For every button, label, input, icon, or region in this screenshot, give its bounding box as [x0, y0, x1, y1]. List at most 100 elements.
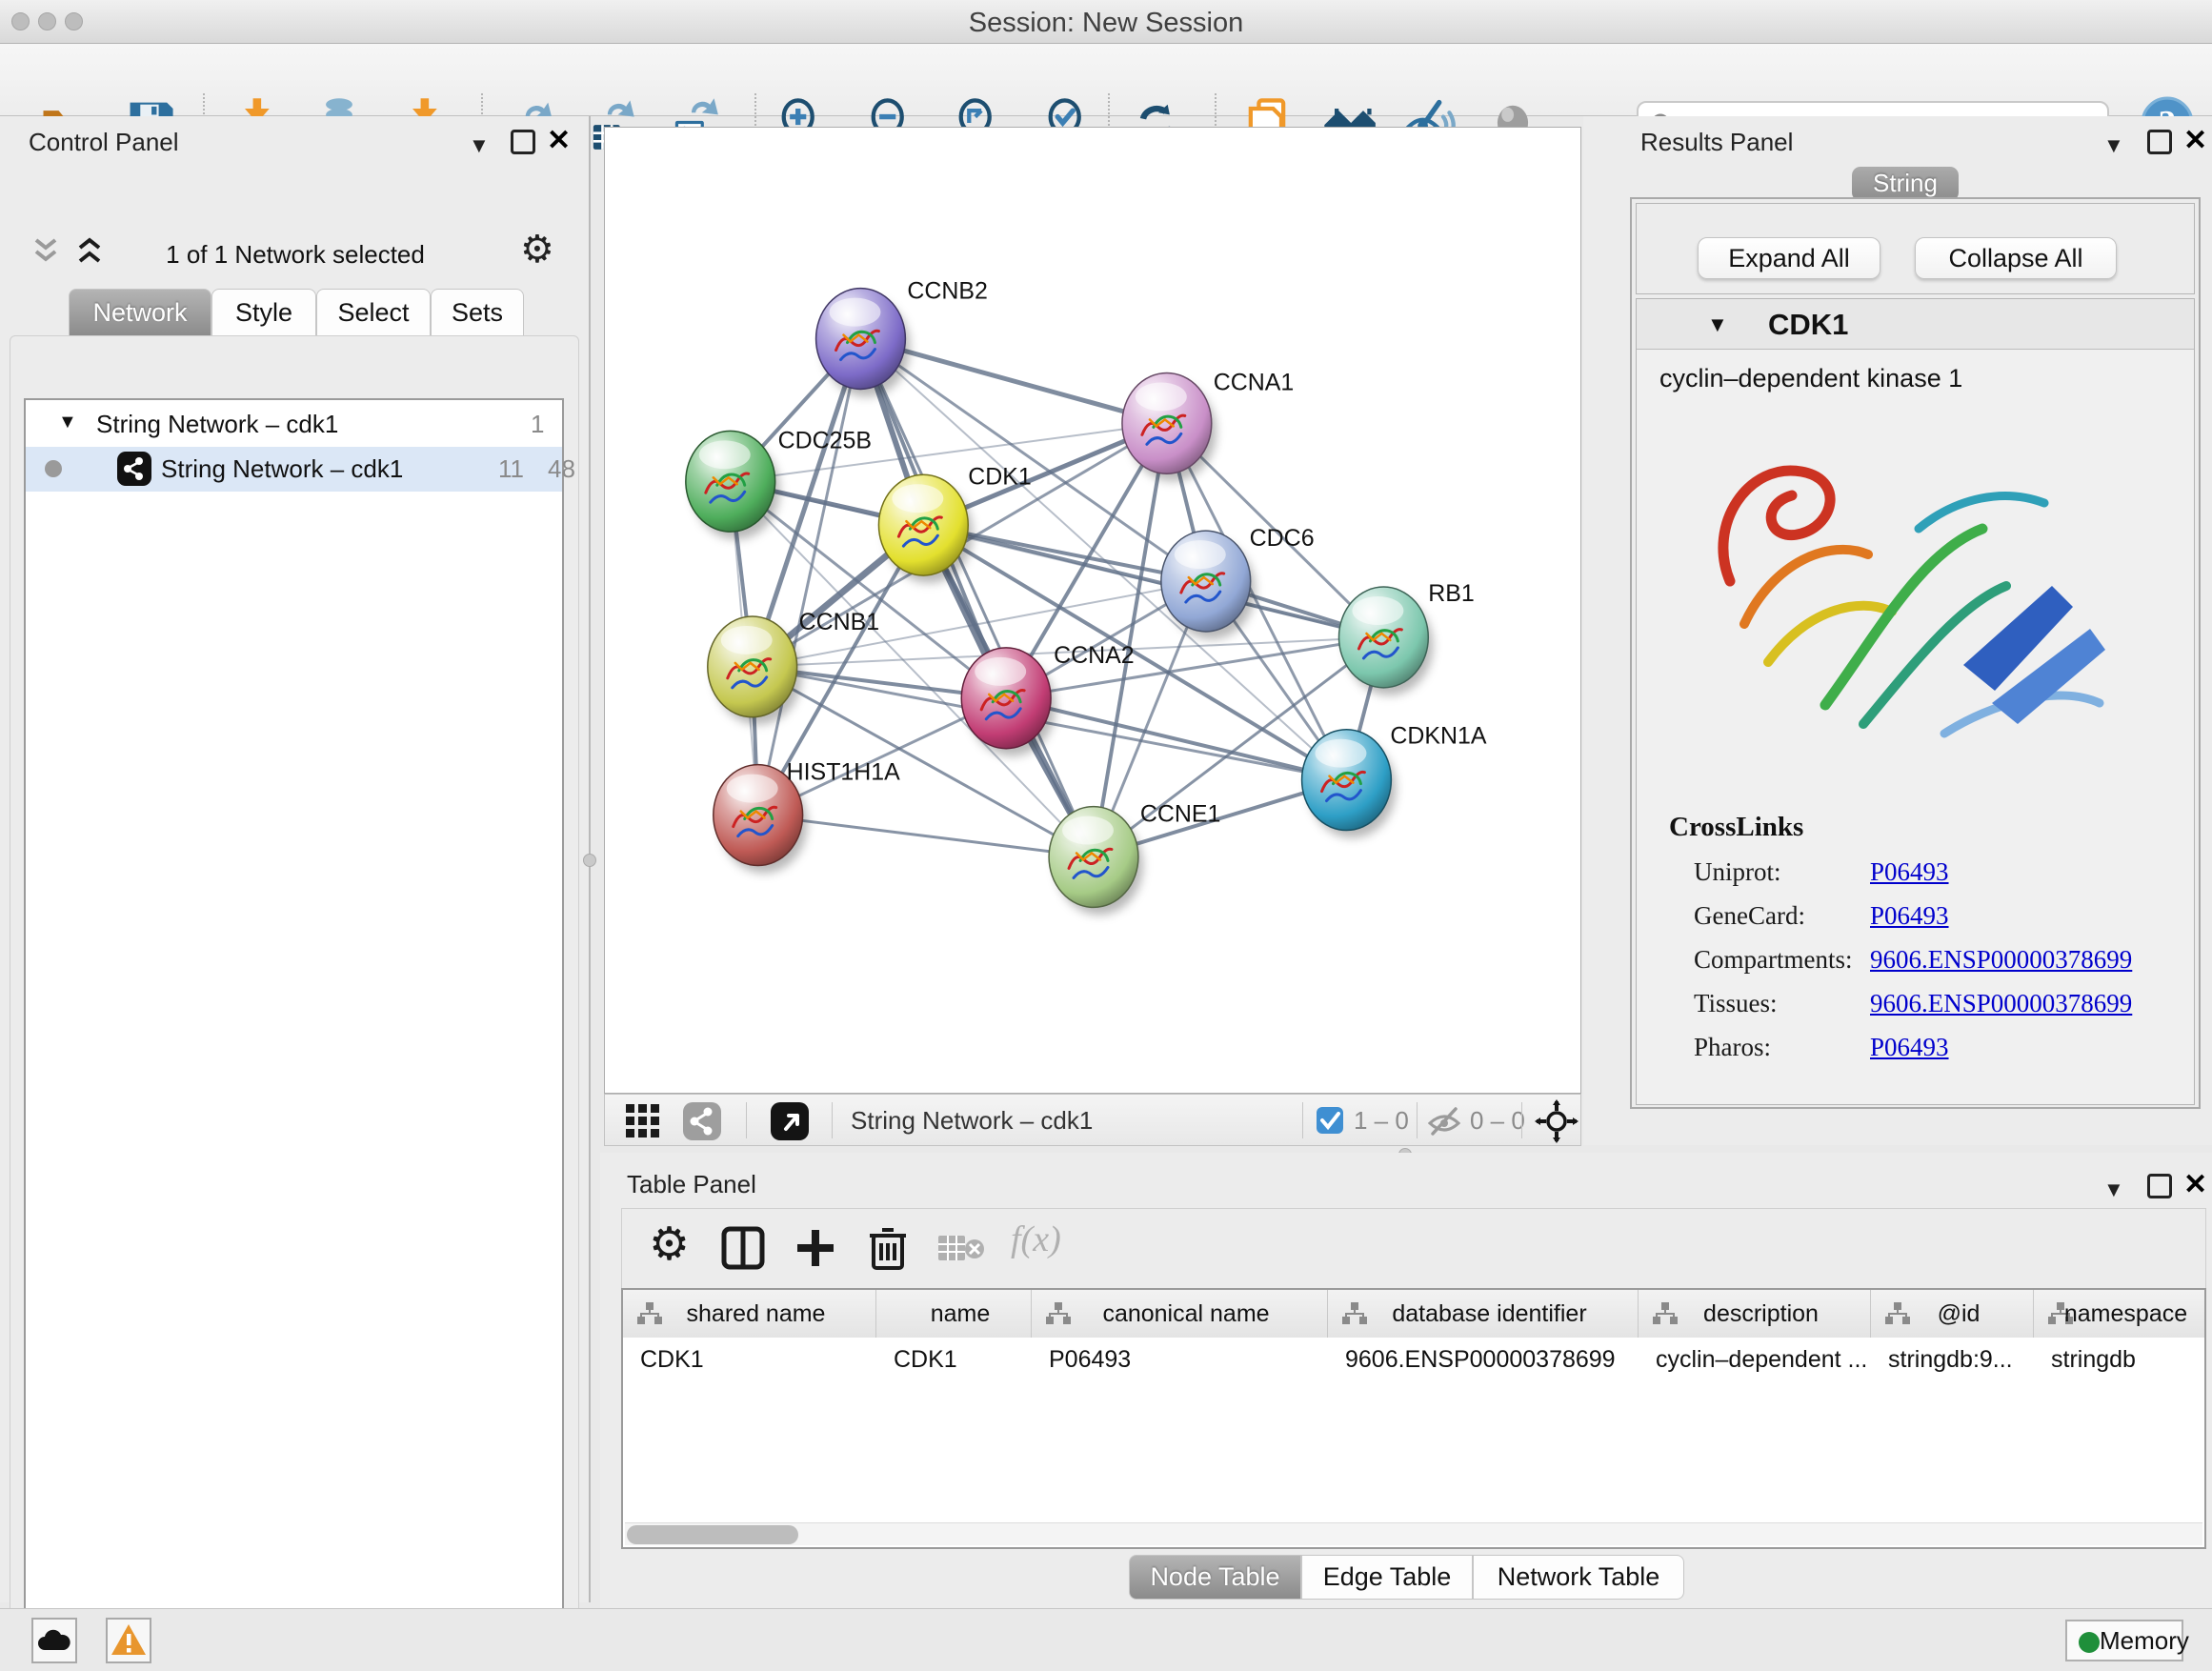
network-edge[interactable]	[1006, 698, 1346, 780]
node-label: RB1	[1428, 580, 1475, 607]
network-node-CDC25B[interactable]: CDC25B	[686, 427, 872, 539]
table-horizontal-scrollbar[interactable]	[625, 1522, 2202, 1545]
tab-network-table[interactable]: Network Table	[1473, 1555, 1684, 1600]
gene-header[interactable]: ▼ CDK1	[1637, 299, 2194, 350]
grid-view-icon[interactable]	[624, 1102, 662, 1140]
collapse-all-icon[interactable]	[30, 236, 69, 269]
column-header[interactable]: canonical name	[1032, 1290, 1328, 1338]
node-label: CCNA1	[1214, 369, 1295, 395]
network-list: ▼ String Network – cdk1 1 String Network…	[24, 398, 564, 1671]
cloud-status-button[interactable]	[31, 1618, 77, 1663]
expand-all-button[interactable]: Expand All	[1698, 237, 1880, 279]
results-panel-close-icon[interactable]: ✕	[2183, 124, 2207, 157]
network-status-dot	[45, 460, 62, 477]
add-column-icon[interactable]	[794, 1226, 837, 1270]
table-cell[interactable]: stringdb:9...	[1871, 1338, 2034, 1381]
crosslink-tissues-link[interactable]: 9606.ENSP00000378699	[1870, 989, 2132, 1018]
table-panel-title: Table Panel	[627, 1170, 756, 1199]
column-header[interactable]: namespace	[2034, 1290, 2204, 1338]
table-cell[interactable]: stringdb	[2034, 1338, 2204, 1381]
memory-status-dot	[2079, 1632, 2100, 1653]
node-label: HIST1H1A	[787, 759, 901, 786]
network-collection-row[interactable]: ▼ String Network – cdk1 1	[26, 402, 562, 447]
node-label: CDK1	[968, 463, 1032, 490]
tab-string[interactable]: String	[1852, 167, 1959, 201]
node-label: CDKN1A	[1390, 723, 1487, 750]
share-view-icon[interactable]	[681, 1100, 723, 1142]
memory-button[interactable]: Memory	[2065, 1620, 2183, 1661]
column-header[interactable]: name	[876, 1290, 1032, 1338]
table-panel-close-icon[interactable]: ✕	[2183, 1168, 2207, 1201]
network-node-CDC6[interactable]: CDC6	[1161, 525, 1315, 639]
show-columns-icon[interactable]	[721, 1226, 765, 1270]
crosslink-pharos-link[interactable]: P06493	[1870, 1033, 1949, 1062]
string-network-badge	[117, 452, 151, 486]
node-label: CCNB2	[907, 278, 988, 305]
table-cell[interactable]: P06493	[1032, 1338, 1328, 1381]
tab-edge-table[interactable]: Edge Table	[1301, 1555, 1473, 1600]
tab-style[interactable]: Style	[211, 289, 316, 336]
gene-collapse-icon[interactable]: ▼	[1707, 312, 1728, 337]
column-header[interactable]: description	[1639, 1290, 1871, 1338]
results-panel-maximize-icon[interactable]	[2147, 130, 2172, 154]
network-node-CDK1[interactable]: CDK1	[878, 463, 1031, 583]
crosslink-compartments-link[interactable]: 9606.ENSP00000378699	[1870, 945, 2132, 975]
splitter-handle-left[interactable]	[583, 854, 596, 867]
birdseye-icon[interactable]	[769, 1100, 811, 1142]
network-node-RB1[interactable]: RB1	[1338, 580, 1474, 695]
crosshair-icon[interactable]	[1535, 1099, 1579, 1143]
table-cell[interactable]: 9606.ENSP00000378699	[1328, 1338, 1639, 1381]
hidden-count: 0 – 0	[1470, 1106, 1525, 1136]
network-label: String Network – cdk1	[161, 454, 403, 484]
table-panel-float-icon[interactable]: ▼	[2103, 1178, 2124, 1202]
scrollbar-thumb[interactable]	[627, 1525, 798, 1544]
warning-status-button[interactable]	[106, 1618, 151, 1663]
hidden-eye-icon[interactable]	[1426, 1104, 1462, 1137]
column-header[interactable]: @id	[1871, 1290, 2034, 1338]
table-panel-maximize-icon[interactable]	[2147, 1174, 2172, 1198]
network-node-CDKN1A[interactable]: CDKN1A	[1302, 723, 1487, 838]
delete-trash-icon[interactable]	[866, 1224, 910, 1272]
crosslink-genecard-link[interactable]: P06493	[1870, 901, 1949, 931]
collection-collapse-icon[interactable]: ▼	[58, 412, 77, 433]
crosslinks-title: CrossLinks	[1669, 812, 1803, 843]
table-cell[interactable]: CDK1	[623, 1338, 876, 1381]
tab-select[interactable]: Select	[316, 289, 431, 336]
node-label: CDC25B	[778, 427, 872, 453]
control-panel-title: Control Panel	[29, 128, 179, 157]
crosslink-uniprot-link[interactable]: P06493	[1870, 857, 1949, 887]
control-panel-close-icon[interactable]: ✕	[547, 124, 571, 157]
network-edge[interactable]	[758, 815, 1094, 857]
results-panel-float-icon[interactable]: ▼	[2103, 133, 2124, 158]
expand-all-icon[interactable]	[74, 236, 112, 269]
node-label: CDC6	[1250, 525, 1315, 552]
control-panel-maximize-icon[interactable]	[511, 130, 535, 154]
collapse-all-button[interactable]: Collapse All	[1915, 237, 2117, 279]
network-row[interactable]: String Network – cdk1 11 48	[26, 447, 562, 492]
selected-checkbox-icon[interactable]	[1316, 1106, 1344, 1135]
tab-sets[interactable]: Sets	[431, 289, 524, 336]
table-cell[interactable]: cyclin–dependent ...	[1639, 1338, 1871, 1381]
network-edge[interactable]	[758, 339, 861, 815]
toolbar-separator	[746, 1102, 747, 1138]
tab-node-table[interactable]: Node Table	[1129, 1555, 1301, 1600]
column-header[interactable]: shared name	[623, 1290, 876, 1338]
table-cell[interactable]: CDK1	[876, 1338, 1032, 1381]
memory-label: Memory	[2100, 1626, 2189, 1655]
network-graph[interactable]: CCNB2 CCNA1 CDC25B CDK1 CDC6 RB1 CCNB1 CCNA2 CDK…	[605, 128, 1580, 1093]
network-edge-count: 48	[548, 454, 575, 484]
control-panel: Control Panel ▼ ✕ Network Style Select S…	[0, 116, 591, 1602]
title-bar: Session: New Session	[0, 0, 2212, 44]
network-canvas[interactable]: CCNB2 CCNA1 CDC25B CDK1 CDC6 RB1 CCNB1 CCNA2 CDK…	[604, 127, 1581, 1094]
table-gear-icon[interactable]: ⚙	[649, 1222, 690, 1268]
window-title: Session: New Session	[0, 8, 2212, 39]
network-node-CCNA2[interactable]: CCNA2	[961, 642, 1134, 756]
network-node-CCNB2[interactable]: CCNB2	[816, 278, 988, 397]
control-panel-float-icon[interactable]: ▼	[469, 133, 490, 158]
network-node-HIST1H1A[interactable]: HIST1H1A	[714, 759, 900, 874]
column-header[interactable]: database identifier	[1328, 1290, 1639, 1338]
network-node-CCNE1[interactable]: CCNE1	[1049, 801, 1220, 916]
network-options-gear-icon[interactable]: ⚙	[520, 231, 554, 269]
tab-network[interactable]: Network	[69, 289, 211, 336]
network-node-CCNB1[interactable]: CCNB1	[708, 609, 879, 725]
